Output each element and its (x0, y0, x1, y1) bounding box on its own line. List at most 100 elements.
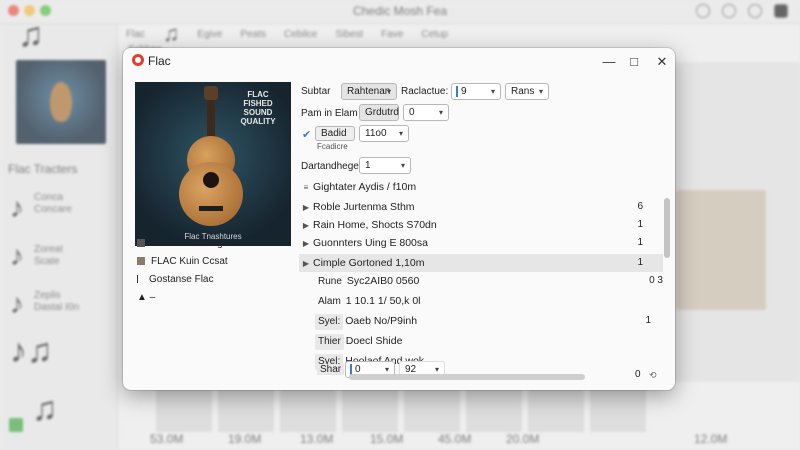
background-track-strip: 53.0M 19.0M 13.0M 15.0M 45.0M 20.0M 12.0… (118, 384, 800, 450)
track-tile[interactable] (528, 386, 584, 432)
pamin-select[interactable]: 0 ▾ (403, 104, 449, 121)
account-icon[interactable] (696, 4, 710, 18)
rans-select[interactable]: Rans ▾ (505, 83, 549, 100)
minimize-icon[interactable]: — (597, 52, 621, 72)
dartandhege-select[interactable]: 1 ▾ (359, 157, 411, 174)
flac-dialog: Flac — □ ✕ FLAC FISHED SOUND QUALITY Fla… (123, 48, 675, 390)
music-note-icon: ♪♫ (10, 332, 53, 370)
maximize-icon[interactable]: □ (622, 52, 646, 72)
raclactue-select[interactable]: 9 ▾ (451, 83, 501, 100)
music-note-icon: ♪ (10, 192, 24, 223)
horizontal-scrollbar[interactable] (349, 374, 585, 380)
music-note-icon: ♪ (10, 240, 24, 271)
track-tile[interactable] (218, 386, 274, 432)
tree-subitem[interactable]: Rune Syc2AIB0 0560 0 3 (315, 272, 663, 290)
chevron-right-icon: ▶ (302, 221, 310, 230)
toolbar-item[interactable]: Egive (197, 29, 222, 40)
file-info-row: FLACO Grabing (137, 238, 297, 252)
chevron-right-icon: ▶ (302, 239, 310, 248)
music-note-icon: ♪ (10, 288, 24, 319)
bottom-count: 0 (635, 369, 641, 380)
track-tile[interactable] (466, 386, 522, 432)
app-badge-icon (9, 418, 23, 432)
square-icon (137, 257, 145, 266)
flac-app-icon (132, 54, 144, 66)
background-album-art (16, 60, 106, 144)
music-note-icon: ♫ (32, 390, 58, 428)
subtar-select[interactable]: Rahtenan ▾ (341, 83, 397, 100)
file-size: 20.0M (506, 432, 540, 446)
tree-subitem[interactable]: Thier Doecl Shide (315, 332, 655, 350)
file-size: 15.0M (370, 432, 404, 446)
shar-label: Shar (317, 364, 345, 375)
square-icon (137, 239, 145, 248)
file-size: 53.0M (150, 432, 184, 446)
checkmark-icon[interactable]: ✔ (302, 128, 311, 141)
tree-row[interactable]: ▶ Roble Jurtenma Sthm 6 (299, 198, 663, 216)
tree-row[interactable]: ≡ Gightater Aydis / f10m (299, 178, 663, 196)
tree-row[interactable]: ▶ Rain Home, Shocts S70dn 1 (299, 216, 663, 234)
subtar-label: Subtar (301, 86, 331, 97)
cover-stamp: FLAC FISHED SOUND QUALITY (240, 90, 276, 126)
background-right-art (676, 190, 766, 310)
background-top-icons (696, 4, 788, 18)
vertical-scrollbar[interactable] (664, 198, 670, 258)
background-titlebar: Chedic Mosh Fea (0, 0, 800, 24)
chevron-down-icon: ▾ (438, 108, 443, 117)
guitar-soundhole (203, 172, 219, 188)
track-tile[interactable] (280, 386, 336, 432)
file-info-row: FLAC Kuin Ccsat (137, 256, 297, 270)
toolbar-item[interactable]: Cebilce (284, 29, 317, 40)
raclactue-label: Raclactue: (401, 86, 449, 97)
music-note-icon: ♫ (18, 16, 44, 54)
metadata-tree: ≡ Gightater Aydis / f10m ▶ Roble Jurtenma … (299, 178, 663, 384)
guitar-bridge (199, 206, 223, 211)
list-icon: ≡ (303, 183, 309, 192)
background-sidebar-item[interactable]: Zoreat Scate (34, 244, 63, 268)
background-sidebar-title: Flac Tracters (8, 162, 78, 176)
close-icon[interactable]: ✕ (650, 52, 674, 72)
chevron-down-icon: ▾ (386, 87, 391, 96)
chevron-right-icon: ▶ (302, 259, 310, 268)
text-cursor-icon (137, 275, 143, 284)
toolbar-item[interactable]: Sibest (335, 29, 363, 40)
profile-icon[interactable] (748, 4, 762, 18)
background-sidebar-item[interactable]: Conca Concare (34, 192, 72, 216)
background-sidebar-item[interactable]: Zeplis Dastal I0n (34, 290, 79, 314)
pamin-button[interactable]: Grdutrd (359, 104, 399, 121)
file-size: 19.0M (228, 432, 262, 446)
toolbar-item[interactable]: Fave (381, 29, 403, 40)
dartandhege-label: Dartandhege: (301, 161, 362, 172)
track-tile[interactable] (156, 386, 212, 432)
track-tile[interactable] (404, 386, 460, 432)
file-info-row: ▲ – (137, 292, 156, 303)
guitar-headstock (204, 86, 218, 100)
file-size: 12.0M (694, 432, 728, 446)
resize-grip-icon[interactable]: ⟲ (649, 370, 657, 381)
file-size: 45.0M (438, 432, 472, 446)
badid-select[interactable]: 11o0 ▾ (359, 125, 409, 142)
background-toolbar: Flac ♫ Egive Peats Cebilce Sibest Fave C… (118, 21, 800, 46)
dialog-titlebar[interactable]: Flac — □ ✕ (123, 48, 675, 78)
chevron-down-icon: ▾ (538, 87, 543, 96)
album-cover-art: FLAC FISHED SOUND QUALITY Flac Tnashture… (135, 82, 291, 246)
chevron-right-icon: ▶ (302, 203, 310, 212)
tree-subitem[interactable]: Syel: Oaeb No/P9inh 1 (315, 312, 655, 330)
tree-subitem[interactable]: Alam 1 10.1 1/ 50,k 0l (315, 292, 655, 310)
chevron-down-icon: ▾ (400, 161, 405, 170)
chevron-down-icon: ▾ (398, 129, 403, 138)
dialog-title: Flac (148, 54, 171, 68)
toolbar-item[interactable]: Peats (240, 29, 266, 40)
tree-row[interactable]: ▶ Guonnters Uing E 800sa 1 (299, 234, 663, 252)
toolbar-item[interactable]: Cetup (421, 29, 448, 40)
toolbar-item[interactable]: Flac (126, 29, 145, 40)
badid-field[interactable]: Badid (315, 126, 355, 141)
settings-icon[interactable] (722, 4, 736, 18)
file-size: 13.0M (300, 432, 334, 446)
file-info-row: Gostanse Flac (137, 274, 297, 288)
track-tile[interactable] (590, 386, 646, 432)
badid-sublabel: Fcadicre (317, 142, 348, 151)
tree-row-selected[interactable]: ▶ Cimple Gortoned 1,10m 1 (299, 254, 663, 272)
track-tile[interactable] (342, 386, 398, 432)
app-badge-icon[interactable] (774, 4, 788, 18)
